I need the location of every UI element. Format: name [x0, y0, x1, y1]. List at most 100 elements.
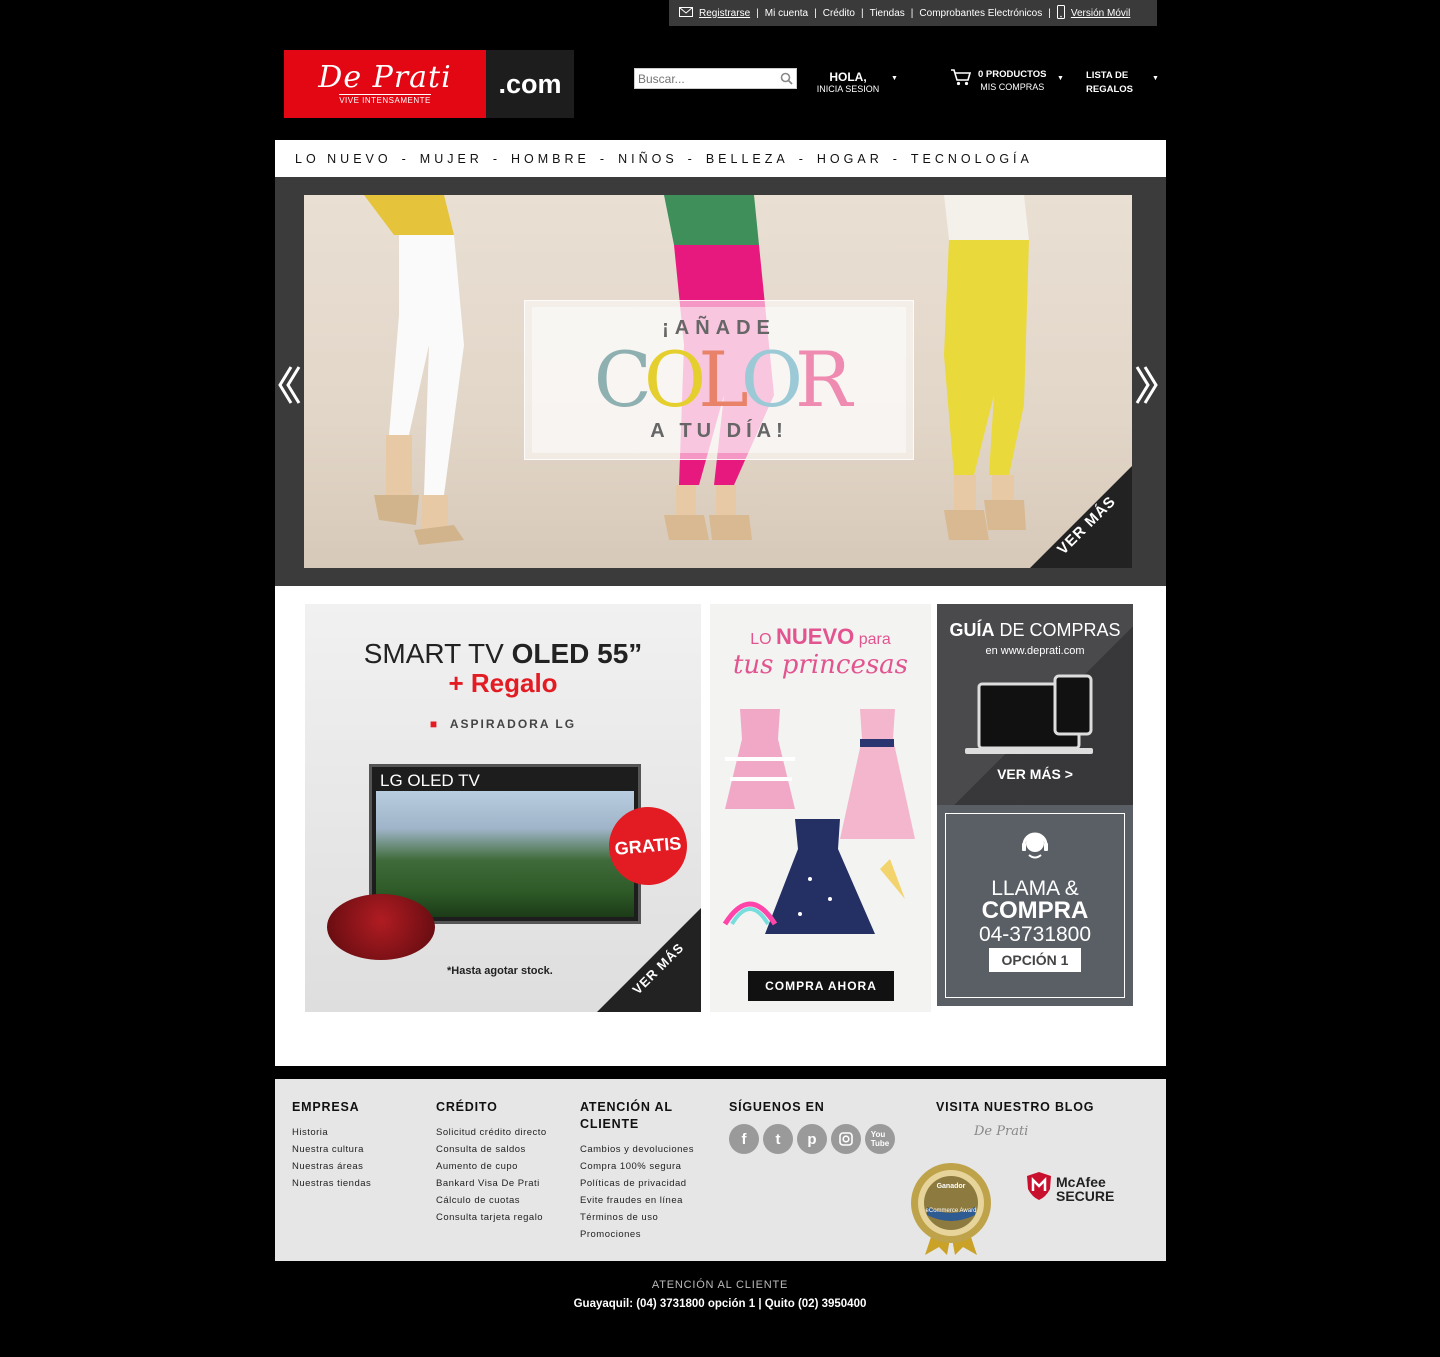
- footer-link[interactable]: Solicitud crédito directo: [436, 1124, 547, 1141]
- promo-color-word: COLOR: [594, 340, 853, 420]
- footer-link[interactable]: Bankard Visa De Prati: [436, 1175, 547, 1192]
- promo-letter: R: [795, 335, 852, 424]
- tv-gift-label: ■ ASPIRADORA LG: [305, 717, 701, 731]
- nav-item-ninos[interactable]: NIÑOS: [618, 152, 678, 166]
- footer-link[interactable]: Nuestras áreas: [292, 1158, 371, 1175]
- chevron-down-icon[interactable]: ▼: [891, 75, 898, 82]
- guide-cta[interactable]: VER MÁS >: [937, 766, 1133, 782]
- logo-red-block: De Prati VIVE INTENSAMENTE: [284, 50, 486, 118]
- gift-list-line2: REGALOS: [1086, 84, 1133, 95]
- promo-letter: C: [593, 335, 652, 424]
- chevron-down-icon[interactable]: ▼: [1057, 75, 1064, 82]
- credit-link[interactable]: Crédito: [817, 8, 861, 19]
- youtube-icon[interactable]: You Tube: [865, 1124, 895, 1154]
- nav-item-tecnologia[interactable]: TECNOLOGÍA: [911, 152, 1033, 166]
- footer-heading-line2: CLIENTE: [580, 1117, 640, 1131]
- logo-domain: .com: [486, 50, 574, 118]
- princesas-banner[interactable]: LO NUEVO para tus princesas COMPRA AHORA: [710, 604, 931, 1012]
- search-box: [634, 68, 797, 89]
- footer-link[interactable]: Políticas de privacidad: [580, 1175, 694, 1192]
- promo-banners-section: SMART TV OLED 55” + Regalo ■ ASPIRADORA …: [275, 586, 1166, 1066]
- account-link[interactable]: Mi cuenta: [759, 8, 814, 19]
- carousel-prev-arrow-icon[interactable]: [277, 365, 301, 410]
- footer-link[interactable]: Términos de uso: [580, 1209, 694, 1226]
- footer-link[interactable]: Consulta tarjeta regalo: [436, 1209, 547, 1226]
- chevron-down-icon[interactable]: ▼: [1152, 75, 1159, 82]
- nav-separator: -: [892, 151, 897, 166]
- footer-link[interactable]: Promociones: [580, 1226, 694, 1243]
- smart-tv-banner[interactable]: SMART TV OLED 55” + Regalo ■ ASPIRADORA …: [305, 604, 701, 1012]
- customer-service-label: ATENCIÓN AL CLIENTE: [651, 1279, 789, 1291]
- landscape-image: [376, 791, 634, 917]
- mobile-version-link[interactable]: Versión Móvil: [1065, 8, 1136, 19]
- nav-item-lo-nuevo[interactable]: LO NUEVO: [295, 152, 392, 166]
- stock-note: *Hasta agotar stock.: [447, 965, 553, 977]
- invoices-link[interactable]: Comprobantes Electrónicos: [913, 8, 1048, 19]
- stores-link[interactable]: Tiendas: [864, 8, 911, 19]
- separator: |: [1048, 7, 1051, 19]
- shopping-guide-banner[interactable]: GUÍA DE COMPRAS en www.deprati.com VER M…: [937, 604, 1133, 805]
- search-input[interactable]: [635, 69, 775, 88]
- nav-item-belleza[interactable]: BELLEZA: [706, 152, 789, 166]
- cart-menu[interactable]: 0 PRODUCTOS MIS COMPRAS: [950, 68, 1050, 94]
- princesas-title-c: para: [854, 631, 891, 648]
- princesas-title-b: NUEVO: [776, 624, 855, 649]
- nav-separator: -: [401, 151, 406, 166]
- tv-title-plain: SMART TV: [363, 638, 512, 669]
- footer-heading: VISITA NUESTRO BLOG: [936, 1100, 1095, 1114]
- headset-icon: [1019, 829, 1051, 866]
- hero-slide[interactable]: ¡AÑADE COLOR A TU DÍA! VER MÁS: [304, 195, 1132, 568]
- footer-col-empresa: EMPRESA Historia Nuestra cultura Nuestra…: [292, 1099, 371, 1192]
- login-menu[interactable]: HOLA, INICIA SESION: [810, 70, 886, 94]
- footer-col-atencion: ATENCIÓN AL CLIENTE Cambios y devolucione…: [580, 1099, 694, 1243]
- footer-link[interactable]: Nuestra cultura: [292, 1141, 371, 1158]
- register-link[interactable]: Registrarse: [693, 8, 756, 19]
- tv-cta-corner: [597, 908, 701, 1012]
- top-utility-bar: Registrarse | Mi cuenta | Crédito | Tien…: [669, 0, 1157, 26]
- pinterest-icon[interactable]: p: [797, 1124, 827, 1154]
- nav-item-mujer[interactable]: MUJER: [420, 152, 483, 166]
- site-logo[interactable]: De Prati VIVE INTENSAMENTE .com: [284, 50, 574, 118]
- footer-link[interactable]: Historia: [292, 1124, 371, 1141]
- footer-heading: CRÉDITO: [436, 1100, 498, 1114]
- guide-url: en www.deprati.com: [985, 645, 1085, 657]
- footer-link[interactable]: Nuestras tiendas: [292, 1175, 371, 1192]
- ecommerce-award-badge: Ganador eCommerce Award: [903, 1161, 999, 1257]
- footer-link[interactable]: Aumento de cupo: [436, 1158, 547, 1175]
- envelope-icon: [679, 6, 693, 20]
- instagram-icon[interactable]: [831, 1124, 861, 1154]
- mcafee-secure-badge[interactable]: McAfee SECURE: [1026, 1171, 1114, 1206]
- customer-service-phones: Guayaquil: (04) 3731800 opción 1 | Quito…: [573, 1298, 867, 1310]
- badge-line1: Ganador: [936, 1183, 966, 1190]
- tv-gift-text: ASPIRADORA LG: [449, 717, 577, 731]
- mobile-phone-icon: [1056, 4, 1065, 22]
- nav-separator: -: [687, 151, 692, 166]
- dresses-image: [722, 709, 915, 934]
- footer-link[interactable]: Consulta de saldos: [436, 1141, 547, 1158]
- guide-title: GUÍA DE COMPRAS: [937, 620, 1133, 641]
- blog-logo[interactable]: De Prati: [974, 1124, 1094, 1139]
- footer-link[interactable]: Cambios y devoluciones: [580, 1141, 694, 1158]
- mcafee-line2: SECURE: [1056, 1187, 1115, 1204]
- shop-now-button[interactable]: COMPRA AHORA: [748, 971, 894, 1001]
- footer-link[interactable]: Cálculo de cuotas: [436, 1192, 547, 1209]
- search-icon[interactable]: [780, 72, 793, 90]
- princesas-title-a: LO: [750, 631, 777, 648]
- gift-list-menu[interactable]: LISTA DE REGALOS: [1086, 69, 1144, 97]
- logo-brand: De Prati: [318, 59, 452, 95]
- nav-item-hombre[interactable]: HOMBRE: [511, 152, 590, 166]
- princesas-title: LO NUEVO para: [710, 624, 931, 650]
- footer-heading: SÍGUENOS EN: [729, 1100, 825, 1114]
- promo-line3: A TU DÍA!: [650, 420, 788, 442]
- facebook-icon[interactable]: f: [729, 1124, 759, 1154]
- promo-letter: O: [740, 335, 803, 424]
- footer-link[interactable]: Compra 100% segura: [580, 1158, 694, 1175]
- footer-link[interactable]: Evite fraudes en línea: [580, 1192, 694, 1209]
- twitter-icon[interactable]: t: [763, 1124, 793, 1154]
- tv-screen-brand: LG OLED TV: [380, 771, 480, 790]
- call-to-buy-banner[interactable]: LLAMA & COMPRA 04-3731800 OPCIÓN 1: [937, 805, 1133, 1006]
- nav-item-hogar[interactable]: HOGAR: [817, 152, 883, 166]
- carousel-next-arrow-icon[interactable]: [1135, 365, 1159, 410]
- nav-separator: -: [492, 151, 498, 166]
- call-option-button[interactable]: OPCIÓN 1: [989, 948, 1081, 972]
